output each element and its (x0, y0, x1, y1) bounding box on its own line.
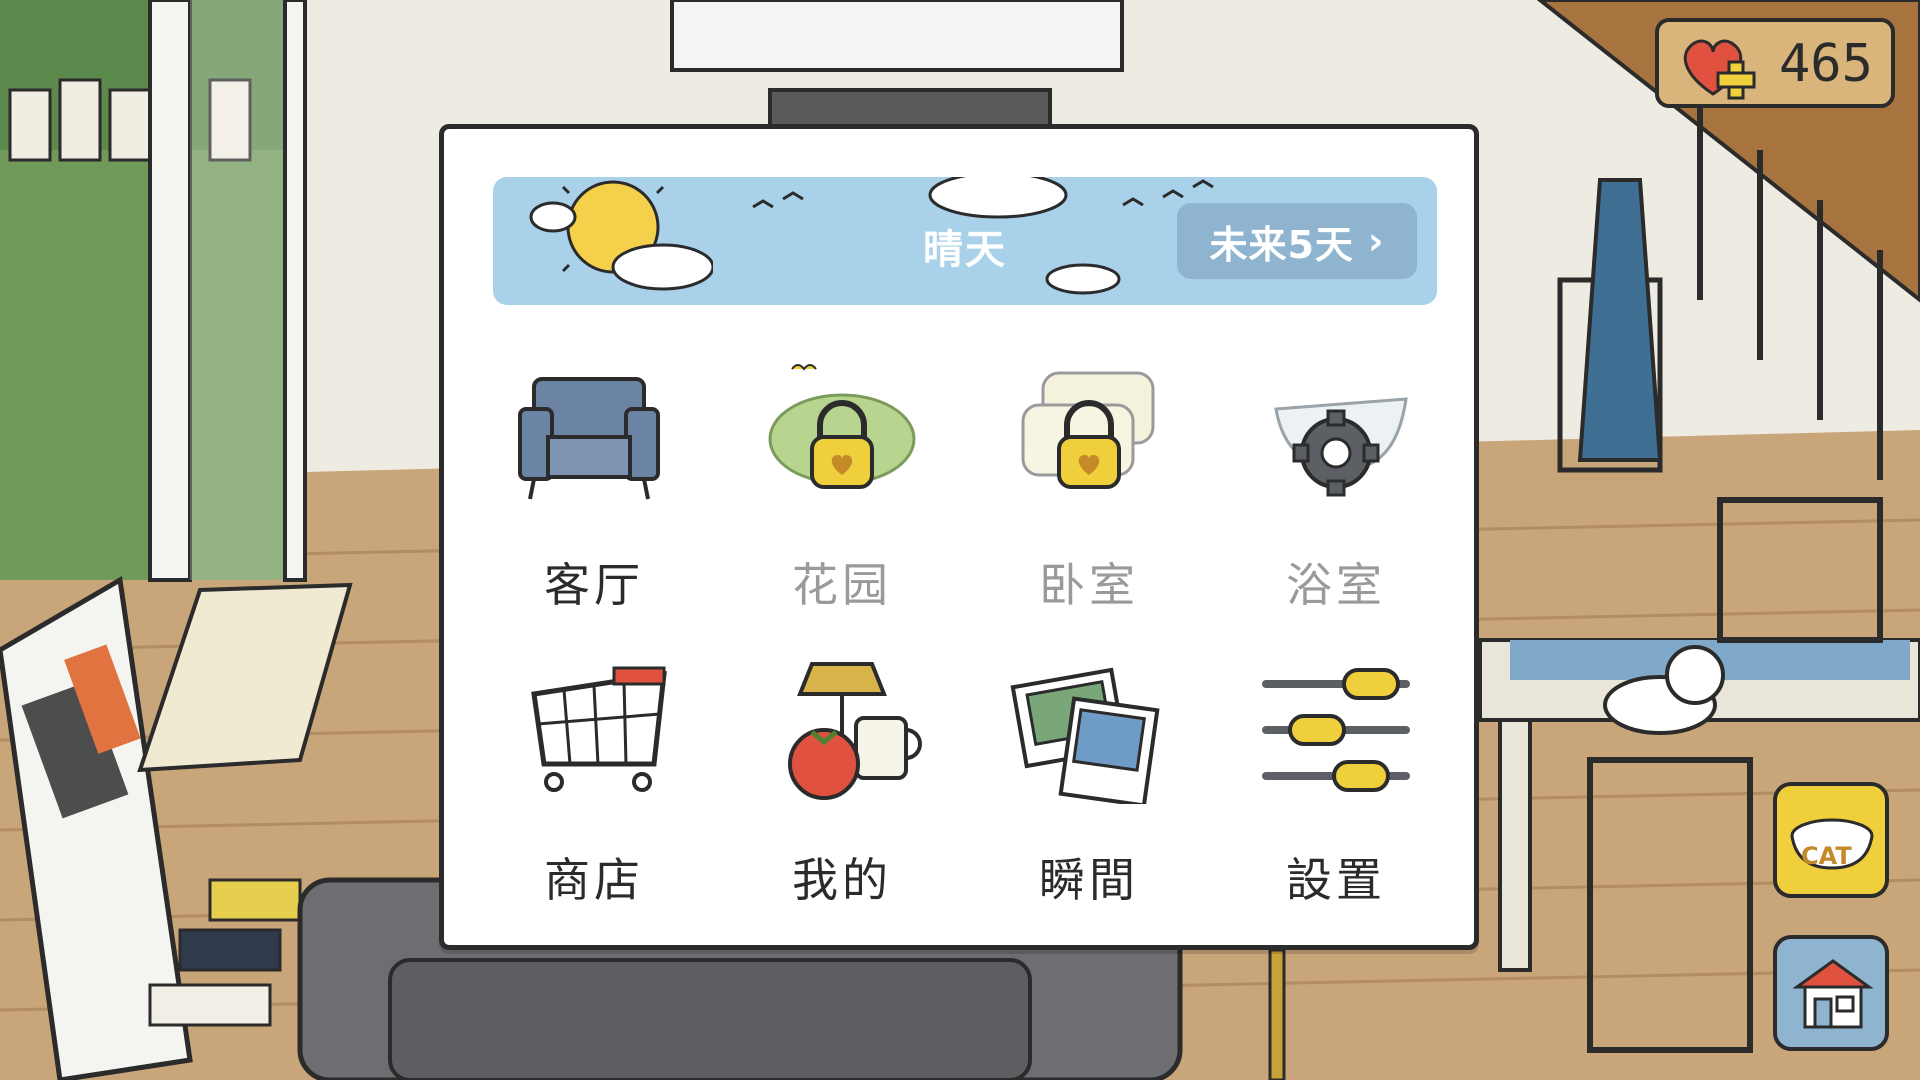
menu-item-label: 瞬間 (1039, 853, 1139, 907)
garden-lock-icon (768, 364, 916, 489)
menu-item-living-room[interactable]: 客厅 (474, 359, 714, 619)
forecast-label: 未来5天 (1209, 222, 1354, 267)
forecast-5day-button[interactable]: 未来5天 › (1177, 203, 1417, 279)
menu-item-settings[interactable]: 設置 (1216, 654, 1456, 914)
sliders-icon (1262, 668, 1410, 792)
armchair-icon (518, 377, 660, 500)
cat-bowl-button[interactable]: CAT (1773, 782, 1889, 898)
lamp-tomato-mug-icon (788, 662, 922, 800)
menu-item-label: 浴室 (1286, 558, 1386, 612)
menu-item-label: 商店 (544, 853, 644, 907)
menu-item-mine[interactable]: 我的 (722, 654, 962, 914)
weather-banner: 晴天 未来5天 › (493, 177, 1437, 305)
pillow-lock-icon (1021, 371, 1155, 489)
heart-counter[interactable]: 465 (1655, 18, 1895, 108)
cat-bowl-text: CAT (1801, 842, 1852, 870)
menu-item-moments[interactable]: 瞬間 (969, 654, 1209, 914)
chevron-right-icon: › (1367, 219, 1385, 263)
shop-house-icon (1792, 959, 1874, 1029)
menu-item-bedroom[interactable]: 卧室 (969, 359, 1209, 619)
shop-house-button[interactable] (1773, 935, 1889, 1051)
photos-icon (1010, 667, 1160, 804)
heart-plus-icon (1683, 39, 1756, 100)
menu-item-garden[interactable]: 花园 (722, 359, 962, 619)
menu-item-label: 我的 (792, 853, 892, 907)
menu-item-label: 客厅 (544, 558, 644, 612)
menu-item-shop[interactable]: 商店 (474, 654, 714, 914)
heart-count: 465 (1779, 34, 1873, 94)
bathtub-gear-icon (1274, 397, 1408, 497)
menu-item-label: 設置 (1286, 853, 1386, 907)
menu-item-bathroom[interactable]: 浴室 (1216, 359, 1456, 619)
main-menu-panel: 晴天 未来5天 › 客厅 花园 卧室 浴室 商店 我的 瞬間 設置 (439, 124, 1479, 950)
shopping-cart-icon (531, 666, 667, 792)
menu-item-label: 花园 (792, 558, 892, 612)
menu-item-label: 卧室 (1039, 558, 1139, 612)
